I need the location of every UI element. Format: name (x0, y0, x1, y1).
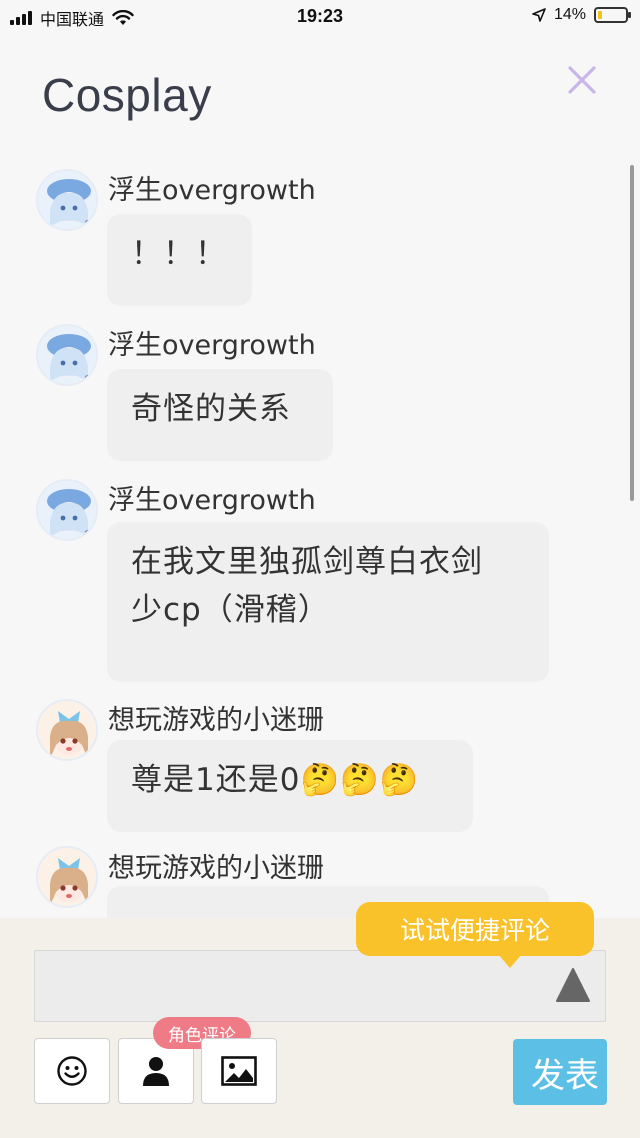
comment-username[interactable]: 想玩游戏的小迷珊 (108, 846, 324, 885)
comment-text-line: 少cp（滑稽） (131, 592, 330, 629)
comment-list[interactable]: 浮生overgrowth ！！！ 浮生overgrowth 奇怪的关系 浮生ov… (0, 160, 640, 918)
battery-fill (598, 11, 602, 19)
comment-username[interactable]: 浮生overgrowth (108, 168, 316, 207)
avatar-image (38, 701, 96, 759)
user-avatar[interactable] (36, 169, 98, 231)
battery-percent: 14% (553, 6, 586, 23)
avatar-image (38, 848, 96, 906)
scrollbar[interactable] (630, 165, 634, 501)
close-icon[interactable] (566, 64, 598, 96)
avatar-image (38, 326, 96, 384)
comment-bubble: 尊是1还是0🤔🤔🤔 (107, 740, 473, 832)
image-button[interactable] (201, 1038, 277, 1104)
avatar-image (38, 171, 96, 229)
comment-bubble: 奇怪的关系 (107, 369, 333, 461)
battery-icon (594, 7, 631, 23)
comment-bubble: ！！！ (107, 214, 252, 306)
user-avatar[interactable] (36, 479, 98, 541)
user-avatar[interactable] (36, 846, 98, 908)
tooltip-tail (498, 954, 522, 968)
comment-text-line: 在我文里独孤剑尊白衣剑 (131, 544, 483, 580)
comment-bubble: 在我文里独孤剑尊白衣剑 少cp（滑稽） (107, 522, 549, 682)
comment-username[interactable]: 浮生overgrowth (108, 478, 316, 517)
user-avatar[interactable] (36, 324, 98, 386)
triangle-up-icon[interactable] (554, 966, 592, 1004)
smiley-icon (57, 1056, 87, 1086)
location-icon (532, 8, 546, 22)
avatar-image (38, 481, 96, 539)
comment-username[interactable]: 想玩游戏的小迷珊 (108, 698, 324, 737)
page-title: Cosplay (42, 69, 212, 121)
status-right: 14% (532, 6, 631, 24)
send-button[interactable]: 发表 (513, 1039, 607, 1105)
quick-comment-tooltip[interactable]: 试试便捷评论 (356, 902, 594, 956)
status-bar: 中国联通 19:23 14% (0, 0, 640, 34)
person-icon (143, 1057, 169, 1086)
image-icon (221, 1056, 257, 1086)
emoji-button[interactable] (34, 1038, 110, 1104)
user-avatar[interactable] (36, 699, 98, 761)
comment-username[interactable]: 浮生overgrowth (108, 323, 316, 362)
